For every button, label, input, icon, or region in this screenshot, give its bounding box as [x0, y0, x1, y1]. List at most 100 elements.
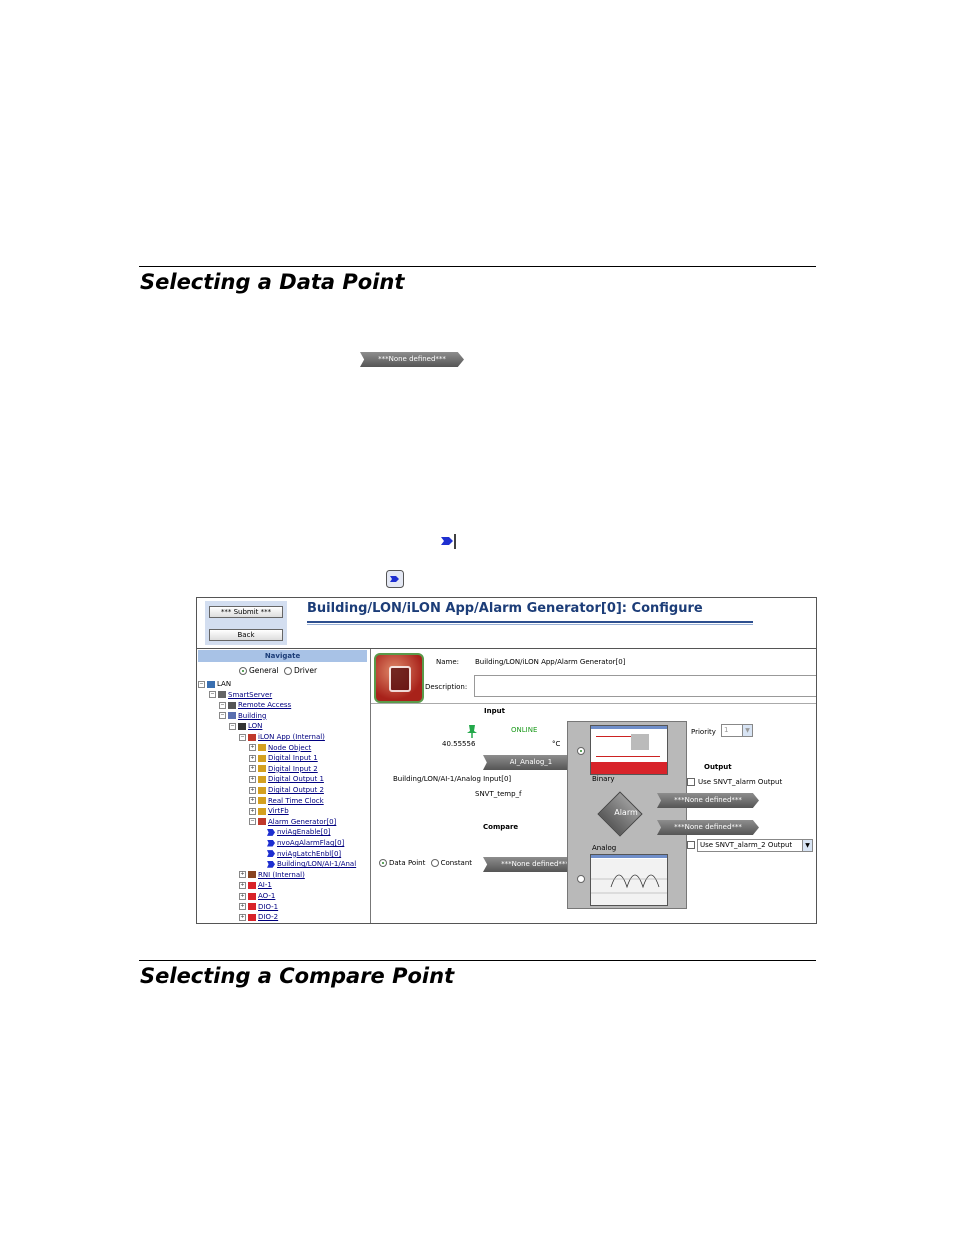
tree-item[interactable]: + Node Object	[249, 743, 311, 753]
expand-toggle-icon[interactable]: +	[249, 786, 256, 794]
priority-label: Priority	[691, 728, 716, 736]
tree-item-label: LON	[248, 722, 263, 731]
output-datapoint-tag-1[interactable]: ***None defined***	[657, 793, 759, 808]
nv-node-icon	[267, 839, 275, 847]
tree-item-label: AI-1	[258, 881, 272, 890]
priority-select[interactable]: 1 ▼	[721, 724, 753, 737]
tree-item[interactable]: nviAgLatchEnbl[0]	[267, 849, 341, 859]
expand-toggle-icon[interactable]: +	[249, 775, 256, 783]
config-screenshot: *** Submit *** Back Building/LON/iLON Ap…	[196, 597, 817, 924]
tree-item[interactable]: + DIO-1	[239, 902, 278, 912]
tree-item-label: Node Object	[268, 743, 312, 752]
tree-item[interactable]: + DIO-2	[239, 912, 278, 922]
fb-node-icon	[258, 786, 266, 794]
tree-item[interactable]: nviAgEnable[0]	[267, 827, 331, 837]
section-title-compare-point: Selecting a Compare Point	[140, 964, 455, 988]
alarm-label: Alarm	[614, 808, 638, 817]
output-heading: Output	[704, 763, 732, 771]
expand-toggle-icon[interactable]: +	[249, 797, 256, 805]
expand-toggle-icon[interactable]: +	[239, 892, 246, 900]
expand-toggle-icon[interactable]: +	[249, 744, 256, 752]
tree-item[interactable]: − LON	[229, 721, 262, 731]
analog-label: Analog	[592, 844, 617, 852]
expand-toggle-icon[interactable]: −	[249, 818, 256, 826]
driver-radio[interactable]	[283, 667, 292, 675]
tree-item[interactable]: − iLON App (Internal)	[239, 732, 325, 742]
input-datapoint-tag[interactable]: AI_Analog_1	[483, 755, 579, 770]
priority-value: 1	[724, 726, 729, 734]
section-title-data-point: Selecting a Data Point	[140, 270, 405, 294]
use-alarm2-output-checkbox[interactable]	[687, 841, 695, 849]
alarm-output-option: Use SNVT_alarm Output	[687, 778, 782, 786]
back-button[interactable]: Back	[209, 629, 283, 641]
analog-radio[interactable]	[577, 875, 585, 883]
general-radio[interactable]	[239, 667, 247, 675]
expand-toggle-icon[interactable]: −	[219, 712, 226, 720]
tree-item-label: Digital Output 1	[268, 775, 324, 784]
main-divider	[371, 703, 816, 704]
tree-item-label: RNI (Internal)	[258, 870, 305, 879]
tree-item-label: Building/LON/AI-1/Anal	[277, 860, 357, 869]
tree-item-label: Digital Input 1	[268, 754, 318, 763]
constant-radio[interactable]	[430, 859, 439, 867]
expand-toggle-icon[interactable]: +	[239, 903, 246, 911]
tree-item-label: nviAgEnable[0]	[277, 828, 331, 837]
tree-item[interactable]: − Alarm Generator[0]	[249, 817, 336, 827]
tree-item[interactable]: − Building	[219, 711, 266, 721]
fb-node-icon	[258, 765, 266, 773]
dev-node-icon	[248, 913, 256, 921]
input-datapoint-path: Building/LON/AI-1/Analog Input[0]	[393, 775, 512, 783]
tree-item[interactable]: Building/LON/AI-1/Anal	[267, 859, 356, 869]
binary-chart-thumbnail	[590, 725, 668, 775]
browse-datapoint-icon	[386, 570, 404, 588]
tree-item-label: Building	[238, 711, 267, 720]
navigation-pane: Navigate General Driver − LAN − SmartServer…	[197, 649, 371, 923]
access-node-icon	[228, 701, 236, 709]
tree-item[interactable]: + AI-1	[239, 880, 272, 890]
tree-item-label: SmartServer	[228, 690, 273, 699]
submit-button[interactable]: *** Submit ***	[209, 606, 283, 618]
tree-item[interactable]: + Digital Output 2	[249, 785, 324, 795]
tree-item[interactable]: + VirtFb	[249, 806, 289, 816]
rni-node-icon	[248, 871, 256, 879]
navigate-header: Navigate	[198, 650, 367, 662]
app-node-icon	[248, 733, 256, 741]
fb-node-icon	[258, 775, 266, 783]
use-alarm-output-checkbox[interactable]	[687, 778, 695, 786]
expand-toggle-icon[interactable]: −	[198, 680, 205, 688]
tree-item[interactable]: + Real Time Clock	[249, 796, 324, 806]
tree-item[interactable]: nvoAgAlarmFlag[0]	[267, 838, 344, 848]
section-rule-bottom	[139, 960, 816, 961]
binary-radio[interactable]	[577, 747, 585, 755]
expand-toggle-icon[interactable]: +	[249, 807, 256, 815]
button-panel: *** Submit *** Back	[205, 601, 287, 645]
datapoint-radio[interactable]	[379, 859, 387, 867]
name-label: Name:	[436, 658, 460, 666]
expand-toggle-icon[interactable]: −	[209, 691, 216, 699]
online-status: ONLINE	[511, 726, 538, 734]
tree-item[interactable]: − LAN	[198, 679, 231, 689]
description-field[interactable]	[474, 675, 816, 697]
tree-item[interactable]: − Remote Access	[219, 700, 291, 710]
driver-radio-label: Driver	[293, 666, 318, 675]
output-datapoint-tag-2[interactable]: ***None defined***	[657, 820, 759, 835]
nav-mode-radios: General Driver	[239, 666, 317, 675]
expand-toggle-icon[interactable]: −	[219, 701, 226, 709]
expand-toggle-icon[interactable]: +	[239, 913, 246, 921]
dev-node-icon	[248, 892, 256, 900]
alarm2-output-select[interactable]: Use SNVT_alarm_2 Output ▼	[697, 839, 813, 852]
expand-toggle-icon[interactable]: +	[249, 754, 256, 762]
building-node-icon	[228, 712, 236, 720]
tree-item[interactable]: − SmartServer	[209, 690, 272, 700]
tree-item[interactable]: + Digital Output 1	[249, 774, 324, 784]
fb-node-icon	[258, 744, 266, 752]
tree-item[interactable]: + Digital Input 2	[249, 764, 318, 774]
expand-toggle-icon[interactable]: +	[239, 871, 246, 879]
tree-item[interactable]: + Digital Input 1	[249, 753, 318, 763]
expand-toggle-icon[interactable]: +	[249, 765, 256, 773]
expand-toggle-icon[interactable]: −	[239, 733, 246, 741]
tree-item[interactable]: + RNI (Internal)	[239, 870, 305, 880]
expand-toggle-icon[interactable]: −	[229, 722, 236, 730]
tree-item[interactable]: + AO-1	[239, 891, 275, 901]
expand-toggle-icon[interactable]: +	[239, 881, 246, 889]
